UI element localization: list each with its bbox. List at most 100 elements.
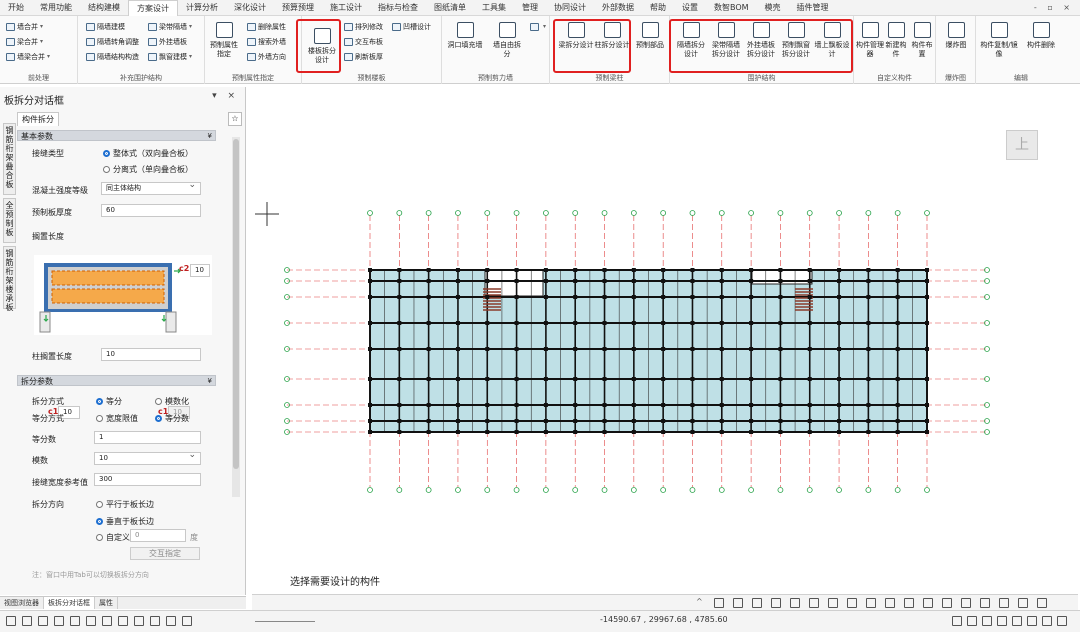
menu-item[interactable]: 方案设计 — [128, 0, 178, 16]
menu-item[interactable]: 开始 — [0, 0, 32, 16]
partition-corner-button[interactable]: 隔墙转角调整 — [86, 35, 139, 48]
box1-icon[interactable] — [102, 616, 112, 626]
split-modulus-radio[interactable]: 模数化 — [155, 396, 189, 407]
plan-icon[interactable] — [6, 616, 16, 626]
wall-beam-merge-button[interactable]: 墙梁合并 ▾ — [6, 50, 50, 63]
box4-icon[interactable] — [150, 616, 160, 626]
menu-item[interactable]: 结构建模 — [80, 0, 128, 16]
custom-angle-input[interactable]: 0 — [130, 529, 186, 542]
bay-window-split-button[interactable]: 预制飘窗拆分设计 — [779, 22, 813, 59]
grid-icon[interactable] — [38, 616, 48, 626]
menu-item[interactable]: 常用功能 — [32, 0, 80, 16]
wall-merge-button[interactable]: 墙合并 ▾ — [6, 20, 43, 33]
menu-item[interactable]: 管理 — [514, 0, 546, 16]
delete-attr-button[interactable]: 删除属性 — [247, 20, 286, 33]
beam-partition-button[interactable]: 梁带隔墙 ▾ — [148, 20, 192, 33]
scrollbar-thumb[interactable] — [233, 139, 239, 469]
tab-component-split[interactable]: 构件拆分 — [17, 112, 59, 126]
beam-merge-button[interactable]: 梁合并 ▾ — [6, 35, 43, 48]
c2-input[interactable]: 10 — [190, 264, 210, 277]
menu-item[interactable]: 模壳 — [757, 0, 789, 16]
search-wall-button[interactable]: 搜索外墙 — [247, 35, 286, 48]
menu-item[interactable]: 指标与检查 — [370, 0, 426, 16]
external-panel-split-button[interactable]: 外挂墙板拆分设计 — [744, 22, 778, 59]
view-b-icon[interactable] — [771, 598, 781, 608]
column-rest-input[interactable]: 10 — [101, 348, 201, 361]
menu-item[interactable]: 插件管理 — [789, 0, 837, 16]
export-icon[interactable] — [961, 598, 971, 608]
precast-part-button[interactable]: 预制部品 — [634, 22, 666, 50]
menu-item[interactable]: 协同设计 — [546, 0, 594, 16]
partition-split-button[interactable]: 隔墙拆分设计 — [674, 22, 708, 59]
arrange-modify-button[interactable]: 排列修改 — [344, 20, 383, 33]
partition-construct-button[interactable]: 隔墙结构构造 — [86, 50, 139, 63]
concrete-grade-select[interactable]: 同主体结构 — [101, 180, 201, 195]
wall-panel-design-button[interactable]: 墙上飘板设计 — [814, 22, 850, 59]
rotate-icon[interactable] — [70, 616, 80, 626]
split-equal-radio[interactable]: 等分 — [96, 396, 122, 407]
vtab-truss-deck-slab[interactable]: 钢筋桁架楼承板 — [3, 246, 16, 312]
view-cube-top-button[interactable]: 上 — [1006, 130, 1038, 160]
snap-icon[interactable] — [952, 616, 962, 626]
print-icon[interactable] — [923, 598, 933, 608]
pen-icon[interactable] — [999, 598, 1009, 608]
eraser-icon[interactable] — [714, 598, 724, 608]
tab-properties[interactable]: 属性 — [95, 597, 118, 609]
ortho-icon[interactable] — [982, 616, 992, 626]
joint-width-input[interactable]: 300 — [94, 473, 201, 486]
angle-icon[interactable] — [967, 616, 977, 626]
drawing-canvas[interactable] — [247, 87, 1080, 595]
dir-custom-radio[interactable]: 自定义 — [96, 532, 130, 543]
dir-parallel-radio[interactable]: 平行于板长边 — [96, 499, 154, 510]
slab-split-design-button[interactable]: 楼板拆分设计 — [305, 28, 339, 65]
bay-window-button[interactable]: 飘窗建模 ▾ — [148, 50, 192, 63]
beam-partition-split-button[interactable]: 梁带隔墙拆分设计 — [709, 22, 743, 59]
menu-item[interactable]: 图纸清单 — [426, 0, 474, 16]
count-input[interactable]: 1 — [94, 431, 201, 444]
cube-icon[interactable] — [828, 598, 838, 608]
cube-front-icon[interactable] — [847, 598, 857, 608]
wall-free-split-button[interactable]: 墙自由拆分 — [490, 22, 524, 59]
external-panel-button[interactable]: 外挂墙板 — [148, 35, 187, 48]
save-icon[interactable] — [942, 598, 952, 608]
wall-icon[interactable] — [980, 598, 990, 608]
chevron-up-icon[interactable]: ^ — [696, 597, 703, 606]
menu-item[interactable]: 帮助 — [642, 0, 674, 16]
component-delete-button[interactable]: 构件删除 — [1020, 22, 1062, 50]
zoom-extent-icon[interactable] — [22, 616, 32, 626]
view-a-icon[interactable] — [752, 598, 762, 608]
thickness-input[interactable]: 60 — [101, 204, 201, 217]
pin-icon[interactable]: ☆ — [228, 112, 242, 126]
tab-view-browser[interactable]: 视图浏览器 — [0, 597, 44, 609]
menu-item[interactable]: 数智BOM — [706, 0, 757, 16]
eye-icon[interactable] — [1042, 616, 1052, 626]
groove-design-button[interactable]: 凹槽设计 — [392, 20, 431, 33]
equal-count-radio[interactable]: 等分数 — [155, 413, 189, 424]
menu-item[interactable]: 外部数据 — [594, 0, 642, 16]
pan-icon[interactable] — [54, 616, 64, 626]
vtab-full-precast-slab[interactable]: 全预制板 — [3, 198, 16, 243]
section-basic-params[interactable]: 基本参数 ¥ — [17, 130, 216, 141]
opening-fill-wall-button[interactable]: 洞口填充墙 — [446, 22, 484, 50]
vtab-truss-composite-slab[interactable]: 钢筋桁架叠合板 — [3, 123, 16, 195]
menu-item[interactable]: 预算预埋 — [274, 0, 322, 16]
attr-assign-button[interactable]: 预制属性指定 — [208, 22, 240, 59]
box2-icon[interactable] — [118, 616, 128, 626]
refresh-thickness-button[interactable]: 刷新板厚 — [344, 50, 383, 63]
modulus-select[interactable]: 10 — [94, 450, 201, 465]
partition-model-button[interactable]: 隔墙建模 — [86, 20, 125, 33]
menu-item[interactable]: 施工设计 — [322, 0, 370, 16]
window-controls[interactable]: - ▫ × — [1034, 0, 1074, 16]
grid2-icon[interactable] — [1027, 616, 1037, 626]
wall-direction-button[interactable]: 外墙方向 — [247, 50, 286, 63]
component-manager-button[interactable]: 构件管理器 — [856, 22, 884, 59]
column-split-design-button[interactable]: 柱拆分设计 — [594, 22, 630, 50]
joint-integral-radio[interactable]: 整体式（双向叠合板） — [103, 148, 193, 159]
gear-icon[interactable] — [1057, 616, 1067, 626]
menu-item[interactable]: 计算分析 — [178, 0, 226, 16]
interactive-layout-button[interactable]: 交互布板 — [344, 35, 383, 48]
equal-width-radio[interactable]: 宽度限值 — [96, 413, 138, 424]
dialog-controls[interactable]: ▾ × — [212, 91, 239, 101]
menu-item[interactable]: 工具集 — [474, 0, 514, 16]
cube-side-icon[interactable] — [866, 598, 876, 608]
